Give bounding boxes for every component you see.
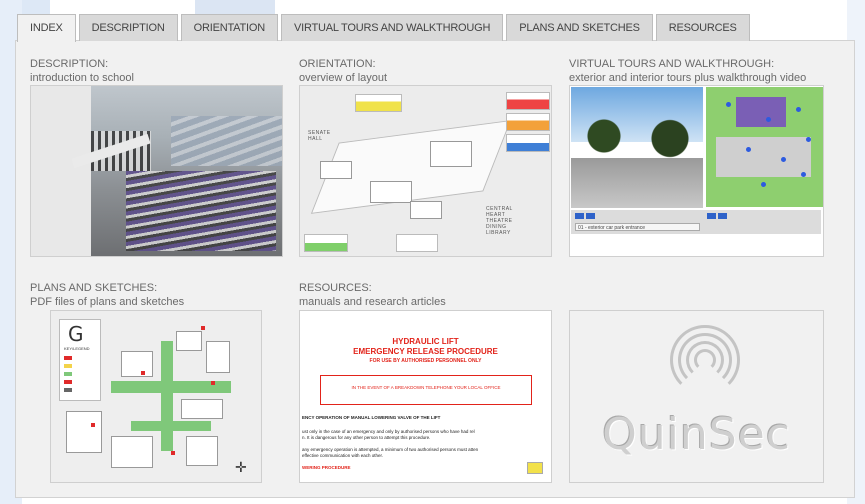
tab-bar: INDEX DESCRIPTION ORIENTATION VIRTUAL TO… bbox=[17, 14, 750, 42]
plan-key: G KEY/LEGEND bbox=[59, 319, 101, 401]
card-subtitle: manuals and research articles bbox=[299, 296, 446, 308]
card-title: ORIENTATION: bbox=[299, 58, 376, 70]
key-swatch bbox=[64, 356, 72, 360]
card-title: DESCRIPTION: bbox=[30, 58, 109, 70]
plan-corridor bbox=[161, 341, 173, 451]
card-orientation: ORIENTATION: overview of layout bbox=[299, 57, 387, 85]
legend-graph bbox=[506, 113, 550, 131]
logo-rings-icon bbox=[670, 325, 740, 395]
key-swatch bbox=[64, 388, 72, 392]
key-swatch bbox=[64, 364, 72, 368]
north-arrow-icon: ✛ bbox=[235, 459, 247, 475]
building-block bbox=[410, 201, 442, 219]
card-title: PLANS AND SKETCHES: bbox=[30, 282, 158, 294]
plan-marker bbox=[201, 326, 205, 330]
plan-marker bbox=[211, 381, 215, 385]
map-hotspot bbox=[806, 137, 811, 142]
map-path bbox=[716, 137, 811, 177]
legend-graph bbox=[355, 94, 402, 112]
virtual-tours-thumbnail[interactable]: 01 - exterior car park entrance bbox=[569, 85, 824, 257]
map-zoom-in-button[interactable] bbox=[718, 213, 727, 219]
plan-room bbox=[206, 341, 230, 373]
site-map bbox=[706, 87, 823, 207]
tab-index[interactable]: INDEX bbox=[17, 14, 76, 42]
plan-marker bbox=[171, 451, 175, 455]
doc-line: n. It is dangerous for any other person … bbox=[302, 435, 431, 440]
map-hotspot bbox=[761, 182, 766, 187]
plan-room bbox=[111, 436, 153, 468]
legend-graph bbox=[506, 92, 550, 110]
plan-room bbox=[186, 436, 218, 466]
card-resources: RESOURCES: manuals and research articles bbox=[299, 281, 446, 309]
card-subtitle: exterior and interior tours plus walkthr… bbox=[569, 72, 807, 84]
photo-upper-floor bbox=[171, 116, 282, 166]
photo-wall bbox=[31, 86, 91, 256]
card-description: DESCRIPTION: introduction to school bbox=[30, 57, 134, 85]
building-block bbox=[430, 141, 472, 167]
tab-virtual-tours[interactable]: VIRTUAL TOURS AND WALKTHROUGH bbox=[280, 14, 504, 41]
map-label: SENATE HALL bbox=[308, 130, 331, 142]
tab-plans-and-sketches[interactable]: PLANS AND SKETCHES bbox=[506, 14, 653, 41]
card-title: RESOURCES: bbox=[299, 282, 372, 294]
legend-graph bbox=[506, 134, 550, 152]
building-block bbox=[320, 161, 352, 179]
doc-badge-icon bbox=[527, 462, 543, 474]
background-decoration bbox=[195, 0, 275, 14]
plan-key-caption: KEY/LEGEND bbox=[64, 346, 90, 351]
doc-subheading: FOR USE BY AUTHORISED PERSONNEL ONLY bbox=[369, 358, 482, 364]
map-hotspot bbox=[796, 107, 801, 112]
map-building bbox=[736, 97, 786, 127]
tab-orientation[interactable]: ORIENTATION bbox=[180, 14, 278, 41]
doc-line: WERING PROCEDURE bbox=[302, 465, 351, 470]
floor-level-letter: G bbox=[68, 322, 84, 346]
map-label: CENTRAL HEART THEATRE DINING LIBRARY bbox=[486, 206, 513, 236]
plan-room bbox=[66, 411, 102, 453]
orientation-thumbnail[interactable]: SENATE HALL CENTRAL HEART THEATRE DINING… bbox=[299, 85, 552, 257]
doc-heading: EMERGENCY RELEASE PROCEDURE bbox=[353, 347, 498, 356]
map-hotspot bbox=[746, 147, 751, 152]
legend-graph bbox=[304, 234, 348, 252]
logo-wordmark: QuinSec bbox=[602, 409, 791, 460]
map-hotspot bbox=[801, 172, 806, 177]
card-subtitle: introduction to school bbox=[30, 72, 134, 84]
map-hotspot bbox=[781, 157, 786, 162]
card-plans: PLANS AND SKETCHES: PDF files of plans a… bbox=[30, 281, 184, 309]
legend-graph bbox=[396, 234, 438, 252]
tab-description[interactable]: DESCRIPTION bbox=[78, 14, 178, 41]
building-block bbox=[370, 181, 412, 203]
prev-button[interactable] bbox=[575, 213, 584, 219]
resources-thumbnail[interactable]: HYDRAULIC LIFT EMERGENCY RELEASE PROCEDU… bbox=[299, 310, 552, 483]
key-swatch bbox=[64, 380, 72, 384]
card-subtitle: PDF files of plans and sketches bbox=[30, 296, 185, 308]
plans-thumbnail[interactable]: G KEY/LEGEND ✛ bbox=[50, 310, 262, 483]
panorama-road bbox=[571, 158, 703, 208]
plan-room bbox=[121, 351, 153, 377]
next-button[interactable] bbox=[586, 213, 595, 219]
plan-corridor bbox=[131, 421, 211, 431]
map-hotspot bbox=[766, 117, 771, 122]
map-hotspot bbox=[726, 102, 731, 107]
plan-room bbox=[181, 399, 223, 419]
quinsec-logo-tile: QuinSec bbox=[569, 310, 824, 483]
doc-notice-box: IN THE EVENT OF A BREAKDOWN TELEPHONE YO… bbox=[320, 375, 532, 405]
description-thumbnail[interactable] bbox=[30, 85, 283, 257]
player-controls: 01 - exterior car park entrance bbox=[571, 210, 821, 234]
key-swatch bbox=[64, 372, 72, 376]
plan-room bbox=[176, 331, 202, 351]
plan-marker bbox=[141, 371, 145, 375]
card-title: VIRTUAL TOURS AND WALKTHROUGH: bbox=[569, 58, 775, 70]
doc-line: ENCY OPERATION OF MANUAL LOWERING VALVE … bbox=[302, 415, 441, 420]
card-subtitle: overview of layout bbox=[299, 72, 388, 84]
plan-marker bbox=[91, 423, 95, 427]
map-zoom-out-button[interactable] bbox=[707, 213, 716, 219]
doc-heading: HYDRAULIC LIFT bbox=[392, 337, 459, 346]
tab-resources[interactable]: RESOURCES bbox=[655, 14, 750, 41]
photo-seating bbox=[126, 171, 276, 251]
doc-line: effective communication with each other. bbox=[302, 453, 383, 458]
card-virtual-tours: VIRTUAL TOURS AND WALKTHROUGH: exterior … bbox=[569, 57, 806, 85]
tour-location-select[interactable]: 01 - exterior car park entrance bbox=[575, 223, 700, 231]
